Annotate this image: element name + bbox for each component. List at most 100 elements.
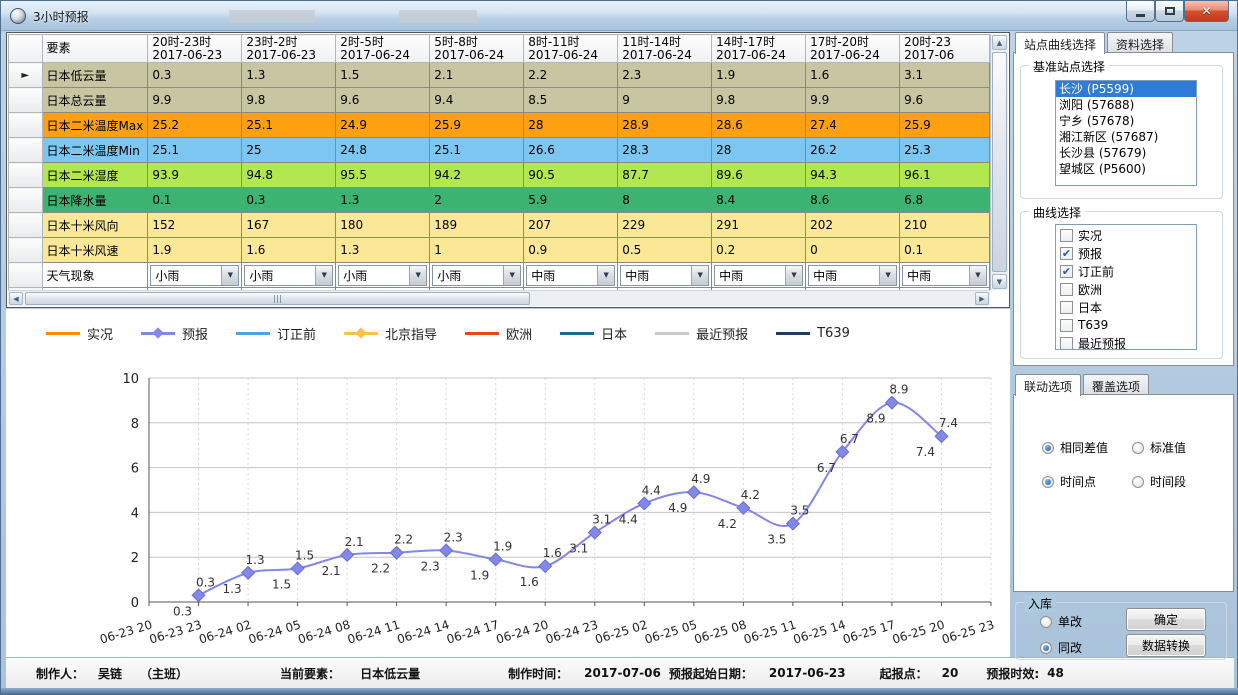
link-option-radio[interactable]: 标准值 (1132, 439, 1186, 456)
value-cell[interactable]: 8.6 (806, 188, 900, 213)
value-cell[interactable]: 0.2 (712, 238, 806, 263)
checkbox-icon[interactable] (1060, 319, 1073, 332)
row-label-cell[interactable]: 日本降水量 (42, 188, 148, 213)
value-cell[interactable]: 180 (336, 213, 430, 238)
value-cell[interactable]: 8 (618, 188, 712, 213)
row-selector-cell[interactable] (9, 138, 43, 163)
value-cell[interactable]: 167 (242, 213, 336, 238)
maximize-button[interactable] (1155, 1, 1184, 22)
value-cell[interactable]: 0.1 (148, 188, 242, 213)
curve-checkbox-row[interactable]: 实况 (1060, 227, 1196, 243)
data-point-marker[interactable] (588, 526, 601, 539)
station-list-item[interactable]: 浏阳 (57688) (1056, 97, 1196, 113)
row-label-cell[interactable]: 日本十米风向 (42, 213, 148, 238)
data-point-marker[interactable] (539, 560, 552, 573)
row-selector-cell[interactable] (9, 113, 43, 138)
scroll-down-button[interactable]: ▼ (992, 274, 1007, 289)
weather-dropdown[interactable]: 小雨▼ (150, 265, 239, 286)
station-list-item[interactable]: 长沙 (P5599) (1056, 81, 1196, 97)
value-cell[interactable]: 25.2 (148, 113, 242, 138)
value-cell[interactable]: 1.5 (336, 63, 430, 88)
vertical-scroll-thumb[interactable] (992, 52, 1007, 272)
value-cell[interactable]: 90.5 (524, 163, 618, 188)
legend-item[interactable]: 订正前 (236, 324, 316, 343)
data-point-marker[interactable] (489, 553, 502, 566)
radio-icon[interactable] (1132, 476, 1144, 488)
value-cell[interactable]: 210 (900, 213, 990, 238)
value-cell[interactable]: 9.9 (806, 88, 900, 113)
value-cell[interactable]: 25.9 (900, 113, 990, 138)
row-label-cell[interactable]: 天气现象 (42, 263, 148, 288)
data-convert-button[interactable]: 数据转换 (1126, 634, 1206, 657)
checkbox-icon[interactable]: ✔ (1060, 247, 1073, 260)
value-cell[interactable]: 2.2 (524, 63, 618, 88)
dropdown-arrow-icon[interactable]: ▼ (691, 266, 708, 285)
radio-icon[interactable] (1132, 442, 1144, 454)
value-cell[interactable]: 1 (430, 238, 524, 263)
value-cell[interactable]: 0.3 (148, 63, 242, 88)
tab-inactive[interactable]: 覆盖选项 (1083, 374, 1149, 395)
value-cell[interactable]: 89.6 (712, 163, 806, 188)
radio-icon[interactable] (1040, 616, 1052, 628)
table-vertical-scrollbar[interactable]: ▲ ▼ (990, 34, 1008, 290)
value-cell[interactable]: 2.1 (430, 63, 524, 88)
storage-radio[interactable]: 同改 (1040, 639, 1082, 656)
checkbox-icon[interactable] (1060, 337, 1073, 350)
row-label-cell[interactable]: 日本低云量 (42, 63, 148, 88)
row-label-cell[interactable]: 日本二米温度Min (42, 138, 148, 163)
value-cell[interactable]: 1.3 (242, 63, 336, 88)
dropdown-arrow-icon[interactable]: ▼ (503, 266, 520, 285)
dropdown-arrow-icon[interactable]: ▼ (221, 266, 238, 285)
storage-radio[interactable]: 单改 (1040, 613, 1082, 630)
row-selector-cell[interactable] (9, 263, 43, 288)
value-cell[interactable]: 87.7 (618, 163, 712, 188)
legend-item[interactable]: 预报 (141, 324, 208, 343)
data-point-marker[interactable] (638, 497, 651, 510)
legend-item[interactable]: 北京指导 (344, 324, 437, 343)
value-cell[interactable]: 25 (242, 138, 336, 163)
value-cell[interactable]: 28.6 (712, 113, 806, 138)
data-point-marker[interactable] (341, 549, 354, 562)
legend-item[interactable]: T639 (776, 326, 850, 341)
value-cell[interactable]: 202 (806, 213, 900, 238)
value-cell[interactable]: 1.6 (242, 238, 336, 263)
value-cell[interactable]: 28 (712, 138, 806, 163)
value-cell[interactable]: 1.9 (712, 63, 806, 88)
value-cell[interactable]: 94.3 (806, 163, 900, 188)
dropdown-arrow-icon[interactable]: ▼ (785, 266, 802, 285)
legend-item[interactable]: 最近预报 (655, 324, 748, 343)
horizontal-scroll-thumb[interactable] (25, 292, 530, 305)
station-list-item[interactable]: 湘江新区 (57687) (1056, 129, 1196, 145)
checkbox-icon[interactable]: ✔ (1060, 265, 1073, 278)
dropdown-arrow-icon[interactable]: ▼ (969, 266, 986, 285)
row-selector-cell[interactable] (9, 188, 43, 213)
tab-active[interactable]: 联动选项 (1015, 374, 1081, 396)
weather-dropdown[interactable]: 中雨▼ (902, 265, 987, 286)
weather-dropdown[interactable]: 中雨▼ (714, 265, 803, 286)
value-cell[interactable]: 9.9 (148, 88, 242, 113)
value-cell[interactable]: 96.1 (900, 163, 990, 188)
row-selector-cell[interactable] (9, 213, 43, 238)
checkbox-icon[interactable] (1060, 283, 1073, 296)
value-cell[interactable]: 25.1 (242, 113, 336, 138)
data-point-marker[interactable] (886, 396, 899, 409)
curve-checkbox-row[interactable]: 欧洲 (1060, 281, 1196, 297)
close-button[interactable]: ✕ (1184, 1, 1229, 22)
value-cell[interactable]: 0.9 (524, 238, 618, 263)
value-cell[interactable]: 229 (618, 213, 712, 238)
value-cell[interactable]: 189 (430, 213, 524, 238)
row-label-cell[interactable]: 日本二米温度Max (42, 113, 148, 138)
station-list-item[interactable]: 宁乡 (57678) (1056, 113, 1196, 129)
value-cell[interactable]: 9.6 (336, 88, 430, 113)
dropdown-arrow-icon[interactable]: ▼ (409, 266, 426, 285)
data-point-marker[interactable] (291, 562, 304, 575)
legend-item[interactable]: 日本 (560, 324, 627, 343)
dropdown-arrow-icon[interactable]: ▼ (315, 266, 332, 285)
value-cell[interactable]: 93.9 (148, 163, 242, 188)
value-cell[interactable]: 5.9 (524, 188, 618, 213)
value-cell[interactable]: 291 (712, 213, 806, 238)
value-cell[interactable]: 9.6 (900, 88, 990, 113)
curve-checkbox-row[interactable]: 最近预报 (1060, 335, 1196, 350)
curve-checkbox-row[interactable]: ✔预报 (1060, 245, 1196, 261)
weather-dropdown[interactable]: 中雨▼ (526, 265, 615, 286)
